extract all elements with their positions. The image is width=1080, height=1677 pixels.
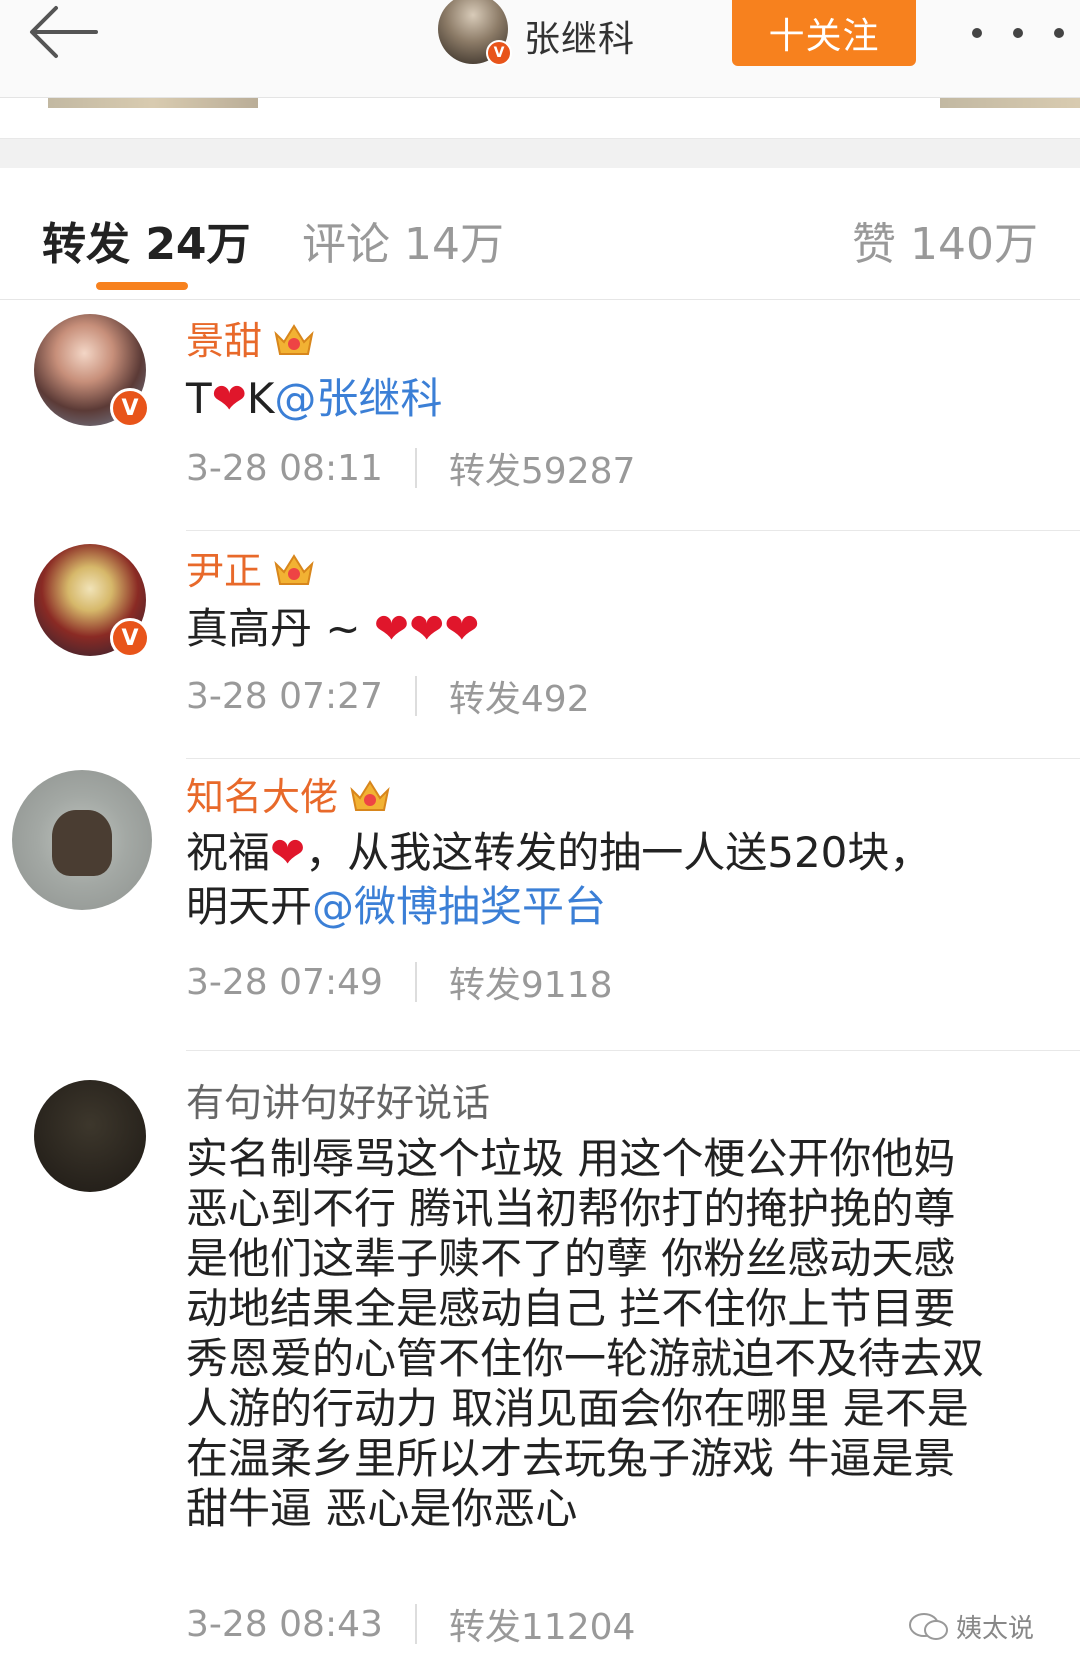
- content-line: 在温柔乡里所以才去玩兔子游戏 牛逼是景: [186, 1434, 956, 1483]
- timestamp: 3-28 08:11: [186, 447, 383, 489]
- content-line: 人游的行动力 取消见面会你在哪里 是不是: [186, 1384, 969, 1433]
- post-content: 祝福❤，从我这转发的抽一人送520块， 明天开@微博抽奖平台: [186, 826, 1046, 934]
- tab-comment[interactable]: 评论 14万: [302, 208, 504, 272]
- content-line: 秀恩爱的心管不住你一轮游就迫不及待去双: [186, 1334, 985, 1383]
- avatar-figure: [52, 810, 112, 876]
- mention-link[interactable]: @微博抽奖平台: [312, 882, 606, 931]
- profile-avatar[interactable]: V: [438, 0, 512, 66]
- post-content: 真高丹 ~ ❤❤❤: [186, 602, 1046, 656]
- interaction-tabs: 转发 24万 评论 14万 赞 140万: [0, 168, 1080, 300]
- content-line: 实名制辱骂这个垃圾 用这个梗公开你他妈: [186, 1134, 956, 1183]
- verified-badge-icon: V: [486, 40, 512, 66]
- list-item[interactable]: V 景甜 T❤K@张继科 3-28 08:11 转发59287: [0, 300, 1080, 532]
- verified-badge-icon: V: [110, 388, 150, 428]
- tab-repost[interactable]: 转发 24万: [42, 208, 251, 272]
- content-text: 明天开: [186, 882, 313, 931]
- repost-count[interactable]: 转发11204: [449, 1598, 636, 1650]
- repost-count[interactable]: 转发9118: [449, 956, 613, 1008]
- back-arrow-icon[interactable]: [26, 0, 110, 64]
- crown-icon: [350, 780, 390, 811]
- meta-separator: [414, 448, 417, 488]
- meta-separator: [414, 676, 417, 716]
- content-text: ，从我这转发的抽一人送520块，: [305, 828, 932, 877]
- list-item[interactable]: V 尹正 真高丹 ~ ❤❤❤ 3-28 07:27 转发492: [0, 532, 1080, 760]
- username-text[interactable]: 尹正: [186, 549, 262, 593]
- avatar[interactable]: V: [34, 314, 150, 428]
- timestamp: 3-28 07:49: [186, 961, 383, 1003]
- more-options-icon[interactable]: [972, 24, 1064, 42]
- avatar[interactable]: [12, 770, 152, 910]
- post-meta: 3-28 08:43 转发11204: [186, 1598, 635, 1650]
- content-line: 动地结果全是感动自己 拦不住你上节目要: [186, 1284, 956, 1333]
- username-text[interactable]: 知名大佬: [186, 775, 338, 819]
- image-strip-left: [48, 98, 258, 108]
- content-line: 甜牛逼 恶心是你恶心: [186, 1484, 578, 1533]
- heart-icon: ❤: [270, 828, 306, 877]
- username[interactable]: 景甜: [186, 310, 316, 365]
- follow-button[interactable]: 十关注: [732, 0, 916, 66]
- repost-count[interactable]: 转发492: [449, 670, 590, 722]
- mention-link[interactable]: @张继科: [274, 374, 442, 423]
- divider: [186, 1050, 1080, 1051]
- content-line: 是他们这辈子赎不了的孽 你粉丝感动天感: [186, 1234, 956, 1283]
- hearts-icon: ❤❤❤: [373, 604, 480, 653]
- content-text: K: [246, 374, 275, 423]
- section-gap: [0, 138, 1080, 168]
- heart-icon: ❤: [211, 374, 247, 423]
- divider: [186, 758, 1080, 759]
- meta-separator: [414, 1604, 417, 1644]
- list-item[interactable]: 有句讲句好好说话 实名制辱骂这个垃圾 用这个梗公开你他妈 恶心到不行 腾讯当初帮…: [0, 1052, 1080, 1677]
- content-line: 恶心到不行 腾讯当初帮你打的掩护挽的尊: [186, 1184, 956, 1233]
- watermark: 姨太说: [908, 1608, 1034, 1645]
- meta-separator: [414, 962, 417, 1002]
- tab-like[interactable]: 赞 140万: [852, 208, 1038, 272]
- image-strip-right: [940, 98, 1080, 108]
- top-nav-bar: V 张继科 十关注: [0, 0, 1080, 98]
- profile-name[interactable]: 张继科: [524, 10, 635, 62]
- crown-icon: [274, 554, 314, 585]
- post-content: T❤K@张继科: [186, 372, 1046, 426]
- content-text: T: [186, 374, 212, 423]
- active-tab-indicator: [96, 282, 188, 290]
- content-text: 祝福: [186, 828, 271, 877]
- username[interactable]: 知名大佬: [186, 766, 392, 821]
- post-meta: 3-28 07:49 转发9118: [186, 956, 613, 1008]
- verified-badge-icon: V: [110, 618, 150, 658]
- avatar[interactable]: V: [34, 544, 150, 658]
- crown-icon: [274, 324, 314, 355]
- username[interactable]: 有句讲句好好说话: [186, 1072, 490, 1127]
- watermark-text: 姨太说: [956, 1614, 1035, 1644]
- post-meta: 3-28 08:11 转发59287: [186, 442, 635, 494]
- repost-count[interactable]: 转发59287: [449, 442, 636, 494]
- content-text: 真高丹 ~: [186, 604, 374, 653]
- avatar[interactable]: [34, 1080, 146, 1192]
- username[interactable]: 尹正: [186, 540, 316, 595]
- username-text[interactable]: 景甜: [186, 319, 262, 363]
- divider: [186, 530, 1080, 531]
- timestamp: 3-28 07:27: [186, 675, 383, 717]
- list-item[interactable]: 知名大佬 祝福❤，从我这转发的抽一人送520块， 明天开@微博抽奖平台 3-28…: [0, 760, 1080, 1052]
- post-content: 实名制辱骂这个垃圾 用这个梗公开你他妈 恶心到不行 腾讯当初帮你打的掩护挽的尊 …: [186, 1134, 1066, 1534]
- wechat-icon: [909, 1612, 948, 1640]
- post-meta: 3-28 07:27 转发492: [186, 670, 590, 722]
- timestamp: 3-28 08:43: [186, 1603, 383, 1645]
